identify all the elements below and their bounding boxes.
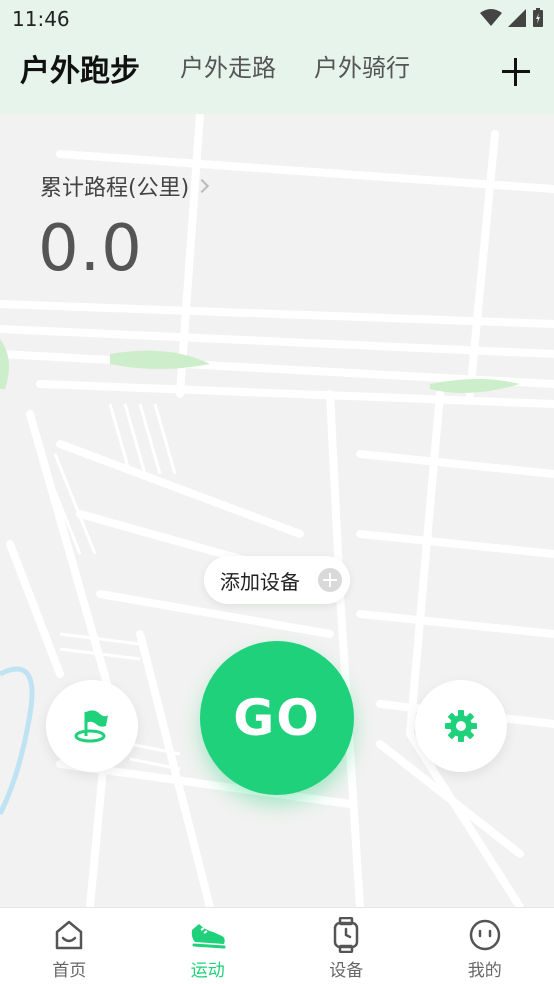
total-distance-value: 0.0 — [38, 212, 143, 286]
go-start-button[interactable]: GO — [200, 641, 354, 795]
nav-label-mine: 我的 — [467, 961, 502, 981]
status-icons — [480, 8, 544, 28]
plus-circle-icon — [318, 568, 342, 592]
add-device-button[interactable]: 添加设备 — [204, 556, 350, 604]
route-flag-button[interactable] — [46, 680, 138, 772]
settings-button[interactable] — [415, 680, 507, 772]
bottom-nav: 首页 运动 设备 我的 — [0, 907, 554, 984]
tab-outdoor-cycle[interactable]: 户外骑行 — [314, 48, 410, 83]
nav-item-device[interactable]: 设备 — [277, 908, 416, 984]
nav-label-device: 设备 — [329, 961, 364, 981]
watch-icon — [334, 917, 359, 953]
wifi-icon — [480, 9, 502, 26]
signal-icon — [508, 9, 526, 27]
nav-label-home: 首页 — [52, 961, 87, 981]
battery-icon — [533, 8, 543, 27]
tab-outdoor-walk[interactable]: 户外走路 — [180, 48, 276, 83]
nav-item-sport[interactable]: 运动 — [139, 908, 278, 984]
nav-item-mine[interactable]: 我的 — [416, 908, 554, 984]
total-distance-link[interactable]: 累计路程(公里) — [40, 170, 210, 202]
gear-icon — [445, 710, 477, 742]
nav-label-sport: 运动 — [190, 961, 225, 981]
status-time: 11:46 — [12, 7, 70, 31]
flag-icon — [74, 710, 108, 743]
chevron-right-icon — [195, 178, 210, 194]
nav-item-home[interactable]: 首页 — [0, 908, 139, 984]
sport-mode-header: 户外跑步 户外走路 户外骑行 — [0, 36, 554, 114]
total-distance-label: 累计路程(公里) — [40, 176, 190, 201]
add-device-label: 添加设备 — [220, 569, 300, 594]
home-face-icon — [56, 920, 83, 950]
status-bar: 11:46 — [0, 0, 554, 36]
profile-face-icon — [469, 919, 500, 951]
sneaker-icon — [191, 924, 226, 949]
add-mode-button[interactable] — [500, 56, 532, 88]
tab-outdoor-run[interactable]: 户外跑步 — [20, 46, 140, 90]
